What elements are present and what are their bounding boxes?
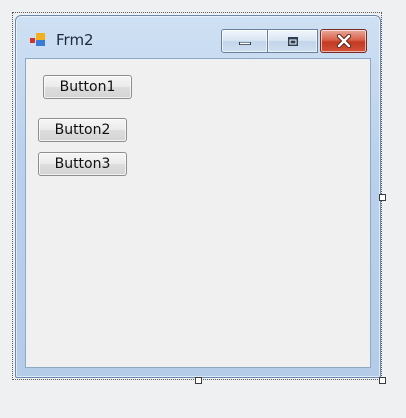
button1[interactable]: Button1 [43, 75, 132, 99]
title-bar[interactable]: Frm2 [16, 16, 380, 58]
resize-handle-bottom[interactable] [195, 377, 202, 384]
minimize-button[interactable] [221, 29, 268, 53]
close-button[interactable] [320, 29, 367, 53]
maximize-icon [287, 36, 298, 46]
designer-surface: Frm2 Button1 Button2 Button3 [0, 0, 406, 418]
resize-handle-right[interactable] [379, 194, 386, 201]
form-app-icon [30, 33, 45, 46]
close-icon [336, 34, 351, 48]
minimize-icon [238, 42, 251, 45]
maximize-button[interactable] [268, 29, 318, 53]
resize-handle-corner[interactable] [379, 377, 386, 384]
form-client-area[interactable]: Button1 Button2 Button3 [25, 58, 371, 368]
form-window[interactable]: Frm2 Button1 Button2 Button3 [15, 15, 381, 378]
form-title: Frm2 [56, 31, 94, 49]
button2[interactable]: Button2 [38, 118, 127, 142]
button3[interactable]: Button3 [38, 152, 127, 176]
